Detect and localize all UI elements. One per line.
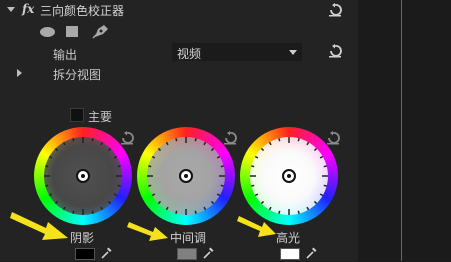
reset-icon[interactable] [327,3,343,17]
eyedropper-icon[interactable] [202,247,214,259]
wheel-tick [157,147,162,152]
wheel-tick [117,165,121,168]
wheel-tick [151,155,156,159]
wheel-tick [165,141,169,146]
wheel-tick [45,184,49,187]
wheel-tick [72,210,75,214]
highlights-color-wheel[interactable] [240,127,338,225]
wheel-tick [268,206,272,211]
highlights-color-swatch[interactable] [280,248,300,260]
wheel-tick [175,210,178,214]
wheel-tick [113,155,118,159]
wheel-tick [254,193,259,197]
midtones-label: 中间调 [170,231,207,245]
reset-icon[interactable] [327,44,343,58]
annotation-arrow-icon [237,216,276,237]
effect-title: 三向颜色校正器 [40,4,125,18]
wheel-tick [54,147,59,152]
wheel-tick [268,141,272,146]
timeline-area [358,0,451,261]
ellipse-mask-icon[interactable] [40,27,55,37]
wheel-tick [323,165,327,168]
wheel-tick [254,155,259,159]
output-label: 输出 [53,48,78,62]
wheel-tick [45,165,49,168]
wheel-tick [260,200,265,205]
wheel-tick [194,210,197,214]
wheel-tick [251,165,255,168]
wheel-tick [203,141,207,146]
rectangle-mask-icon[interactable] [66,26,78,37]
midtones-color-wheel[interactable] [137,127,235,225]
wheel-tick [91,210,94,214]
shadows-color-swatch[interactable] [75,248,95,260]
wheel-tick [165,206,169,211]
wheel-tick [194,138,197,142]
wheel-tick [62,141,66,146]
collapse-arrow-icon[interactable] [7,7,15,12]
wheel-tick [175,138,178,142]
wheel-tick [319,193,324,197]
chevron-down-icon [289,50,297,55]
wheel-tick [220,165,224,168]
midtones-wheel-handle[interactable] [179,169,193,183]
effect-controls-panel: fx 三向颜色校正器 输出 视频 拆分视图 主要 阴影 中间调 高光 [0,0,358,261]
wheel-tick [157,200,162,205]
shadows-label: 阴影 [70,231,95,245]
annotation-arrow-icon [10,212,68,240]
wheel-tick [216,193,221,197]
wheel-tick [216,155,221,159]
fx-icon[interactable]: fx [22,2,34,16]
output-select[interactable]: 视频 [172,43,302,61]
wheel-tick [220,184,224,187]
shadows-wheel-handle[interactable] [76,169,90,183]
wheel-tick [148,184,152,187]
wheel-tick [297,138,300,142]
wheel-tick [306,141,310,146]
playhead-line[interactable] [401,0,402,261]
wheel-tick [107,200,112,205]
wheel-tick [319,155,324,159]
wheel-tick [113,193,118,197]
wheel-tick [100,206,104,211]
wheel-tick [297,210,300,214]
wheel-tick [323,184,327,187]
wheel-tick [117,184,121,187]
wheel-tick [72,138,75,142]
split-view-label: 拆分视图 [53,68,102,82]
highlights-label: 高光 [276,231,301,245]
wheel-tick [278,210,281,214]
wheel-tick [151,193,156,197]
wheel-tick [100,141,104,146]
highlights-wheel-handle[interactable] [282,169,296,183]
wheel-tick [313,147,318,152]
master-checkbox[interactable] [70,108,84,122]
wheel-tick [91,138,94,142]
output-select-value: 视频 [177,47,202,61]
wheel-tick [251,184,255,187]
wheel-tick [260,147,265,152]
wheel-tick [210,200,215,205]
wheel-tick [313,200,318,205]
wheel-tick [278,138,281,142]
wheel-tick [306,206,310,211]
wheel-tick [48,155,53,159]
eyedropper-icon[interactable] [100,247,112,259]
wheel-tick [107,147,112,152]
pen-mask-icon[interactable] [92,23,110,39]
wheel-tick [148,165,152,168]
wheel-tick [54,200,59,205]
wheel-tick [48,193,53,197]
midtones-color-swatch[interactable] [177,248,197,260]
wheel-tick [203,206,207,211]
master-label: 主要 [88,110,113,124]
wheel-tick [210,147,215,152]
expand-arrow-icon[interactable] [17,69,22,77]
eyedropper-icon[interactable] [305,247,317,259]
annotation-arrow-icon [127,222,168,241]
